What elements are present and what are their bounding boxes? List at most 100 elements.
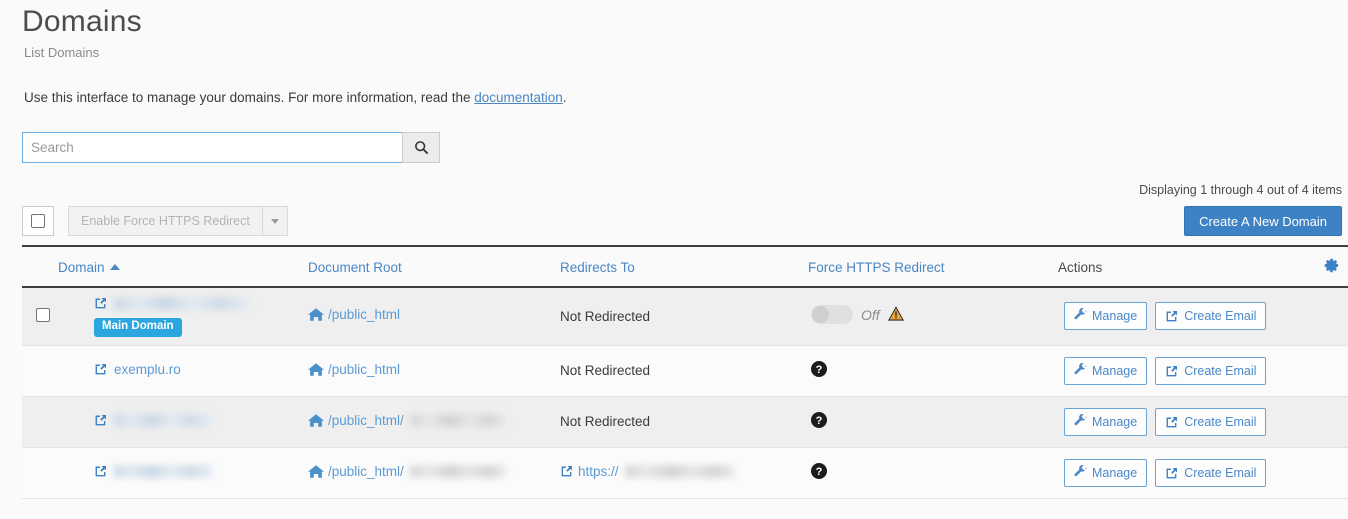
redacted-text <box>114 413 213 427</box>
create-email-button[interactable]: Create Email <box>1155 458 1267 487</box>
document-root-link[interactable]: /public_html <box>308 307 400 322</box>
external-link-icon <box>1165 309 1179 323</box>
domain-cell <box>58 396 308 448</box>
row-action-buttons: Manage Create Email <box>1064 458 1348 487</box>
search-input[interactable] <box>22 132 402 163</box>
svg-text:?: ? <box>816 466 823 478</box>
results-counter: Displaying 1 through 4 out of 4 items <box>1139 183 1342 197</box>
create-new-domain-button[interactable]: Create A New Domain <box>1184 206 1342 236</box>
gear-icon[interactable] <box>1323 257 1340 277</box>
help-circle-icon[interactable]: ? <box>811 412 827 431</box>
external-link-icon <box>94 464 108 478</box>
redirect-url: https:// <box>578 463 619 479</box>
manage-button-label: Manage <box>1092 309 1138 324</box>
document-root-link[interactable]: /public_html/ <box>308 413 506 428</box>
manage-button[interactable]: Manage <box>1064 302 1148 331</box>
create-email-button[interactable]: Create Email <box>1155 302 1267 331</box>
main-domain-badge: Main Domain <box>94 318 182 337</box>
domain-cell: Main Domain <box>58 287 308 346</box>
header-document-root[interactable]: Document Root <box>308 245 560 288</box>
document-root-cell: /public_html/ <box>308 396 560 448</box>
external-link-icon <box>560 464 574 478</box>
row-checkbox[interactable] <box>36 307 50 322</box>
row-checkbox-cell <box>22 345 58 397</box>
redacted-text <box>409 464 506 478</box>
actions-cell: Manage Create Email <box>1058 447 1348 499</box>
domain-link[interactable]: exemplu.ro <box>94 362 181 377</box>
redacted-text <box>409 413 506 427</box>
documentation-link[interactable]: documentation <box>474 90 563 105</box>
wrench-icon <box>1074 413 1087 430</box>
domain-link[interactable] <box>94 413 213 427</box>
redirect-status: Not Redirected <box>560 308 651 324</box>
table-toolbar: Enable Force HTTPS Redirect Create A New… <box>22 206 1348 236</box>
manage-button[interactable]: Manage <box>1064 458 1148 487</box>
select-all-checkbox[interactable] <box>22 206 54 236</box>
external-link-icon <box>94 413 108 427</box>
force-https-state-label: Off <box>861 306 880 323</box>
create-email-button-label: Create Email <box>1184 309 1257 324</box>
force-https-cell: ? <box>808 345 1058 397</box>
force-https-cell: ? <box>808 447 1058 499</box>
header-document-root-label: Document Root <box>308 259 402 275</box>
domain-name: exemplu.ro <box>114 361 181 377</box>
table-row: Main Domain/public_html Not Redirected Off… <box>22 287 1348 346</box>
header-actions: Actions <box>1058 245 1308 288</box>
header-domain[interactable]: Domain <box>58 245 308 288</box>
domain-cell <box>58 447 308 499</box>
table-head: Domain Document Root Redirects To Force … <box>22 245 1348 288</box>
redirects-to-cell: Not Redirected <box>560 396 808 448</box>
manage-button-label: Manage <box>1092 414 1138 429</box>
force-https-toggle[interactable] <box>811 305 853 325</box>
external-link-icon <box>94 362 108 376</box>
table-row: /public_html/https://? Manage Create Email <box>22 447 1348 499</box>
home-icon <box>308 464 324 479</box>
row-checkbox-cell <box>22 447 58 499</box>
svg-text:?: ? <box>816 415 823 427</box>
domain-link[interactable] <box>94 296 250 310</box>
redirect-status: Not Redirected <box>560 414 651 429</box>
wrench-icon <box>1074 308 1087 324</box>
document-root-link[interactable]: /public_html/ <box>308 464 506 479</box>
actions-cell: Manage Create Email <box>1058 287 1348 346</box>
redacted-text <box>114 296 250 310</box>
row-action-buttons: Manage Create Email <box>1064 356 1348 385</box>
header-redirects-to[interactable]: Redirects To <box>560 245 808 288</box>
help-circle-icon[interactable]: ? <box>811 463 827 482</box>
home-icon <box>308 307 324 322</box>
create-email-button[interactable]: Create Email <box>1155 356 1267 385</box>
search-button[interactable] <box>402 132 440 163</box>
home-icon <box>308 362 324 377</box>
create-email-button[interactable]: Create Email <box>1155 407 1267 436</box>
bulk-action-caret-button[interactable] <box>261 206 288 236</box>
table-header-row: Domain Document Root Redirects To Force … <box>22 245 1348 288</box>
force-https-cell: Off <box>808 287 1058 346</box>
document-root-path: /public_html <box>328 361 401 377</box>
header-force-https[interactable]: Force HTTPS Redirect <box>808 245 1058 288</box>
table-row: /public_html/Not Redirected? Manage Create… <box>22 396 1348 448</box>
manage-button[interactable]: Manage <box>1064 356 1148 385</box>
intro-text-before: Use this interface to manage your domain… <box>24 90 475 105</box>
redirects-to-cell: Not Redirected <box>560 287 808 346</box>
domain-link[interactable] <box>94 464 213 478</box>
table-body: Main Domain/public_html Not Redirected Off… <box>22 287 1348 499</box>
page-title: Domains <box>22 5 142 38</box>
bulk-action-dropdown[interactable]: Enable Force HTTPS Redirect <box>68 206 288 236</box>
wrench-icon <box>1074 362 1087 379</box>
manage-button-label: Manage <box>1092 465 1138 480</box>
home-icon <box>308 413 324 428</box>
manage-button[interactable]: Manage <box>1064 407 1148 436</box>
help-circle-icon[interactable]: ? <box>811 361 827 380</box>
bulk-action-label: Enable Force HTTPS Redirect <box>68 206 262 236</box>
header-actions-label: Actions <box>1058 259 1103 275</box>
document-root-cell: /public_html <box>308 345 560 397</box>
header-settings-col <box>1308 245 1348 288</box>
search-icon <box>414 140 429 155</box>
redirect-link[interactable]: https:// <box>560 464 735 479</box>
header-force-https-label: Force HTTPS Redirect <box>808 259 945 275</box>
page-subtitle: List Domains <box>24 45 100 60</box>
domains-page: Domains List Domains Use this interface … <box>0 0 1348 499</box>
redacted-text <box>624 464 735 478</box>
manage-button-label: Manage <box>1092 363 1138 378</box>
document-root-link[interactable]: /public_html <box>308 362 400 377</box>
